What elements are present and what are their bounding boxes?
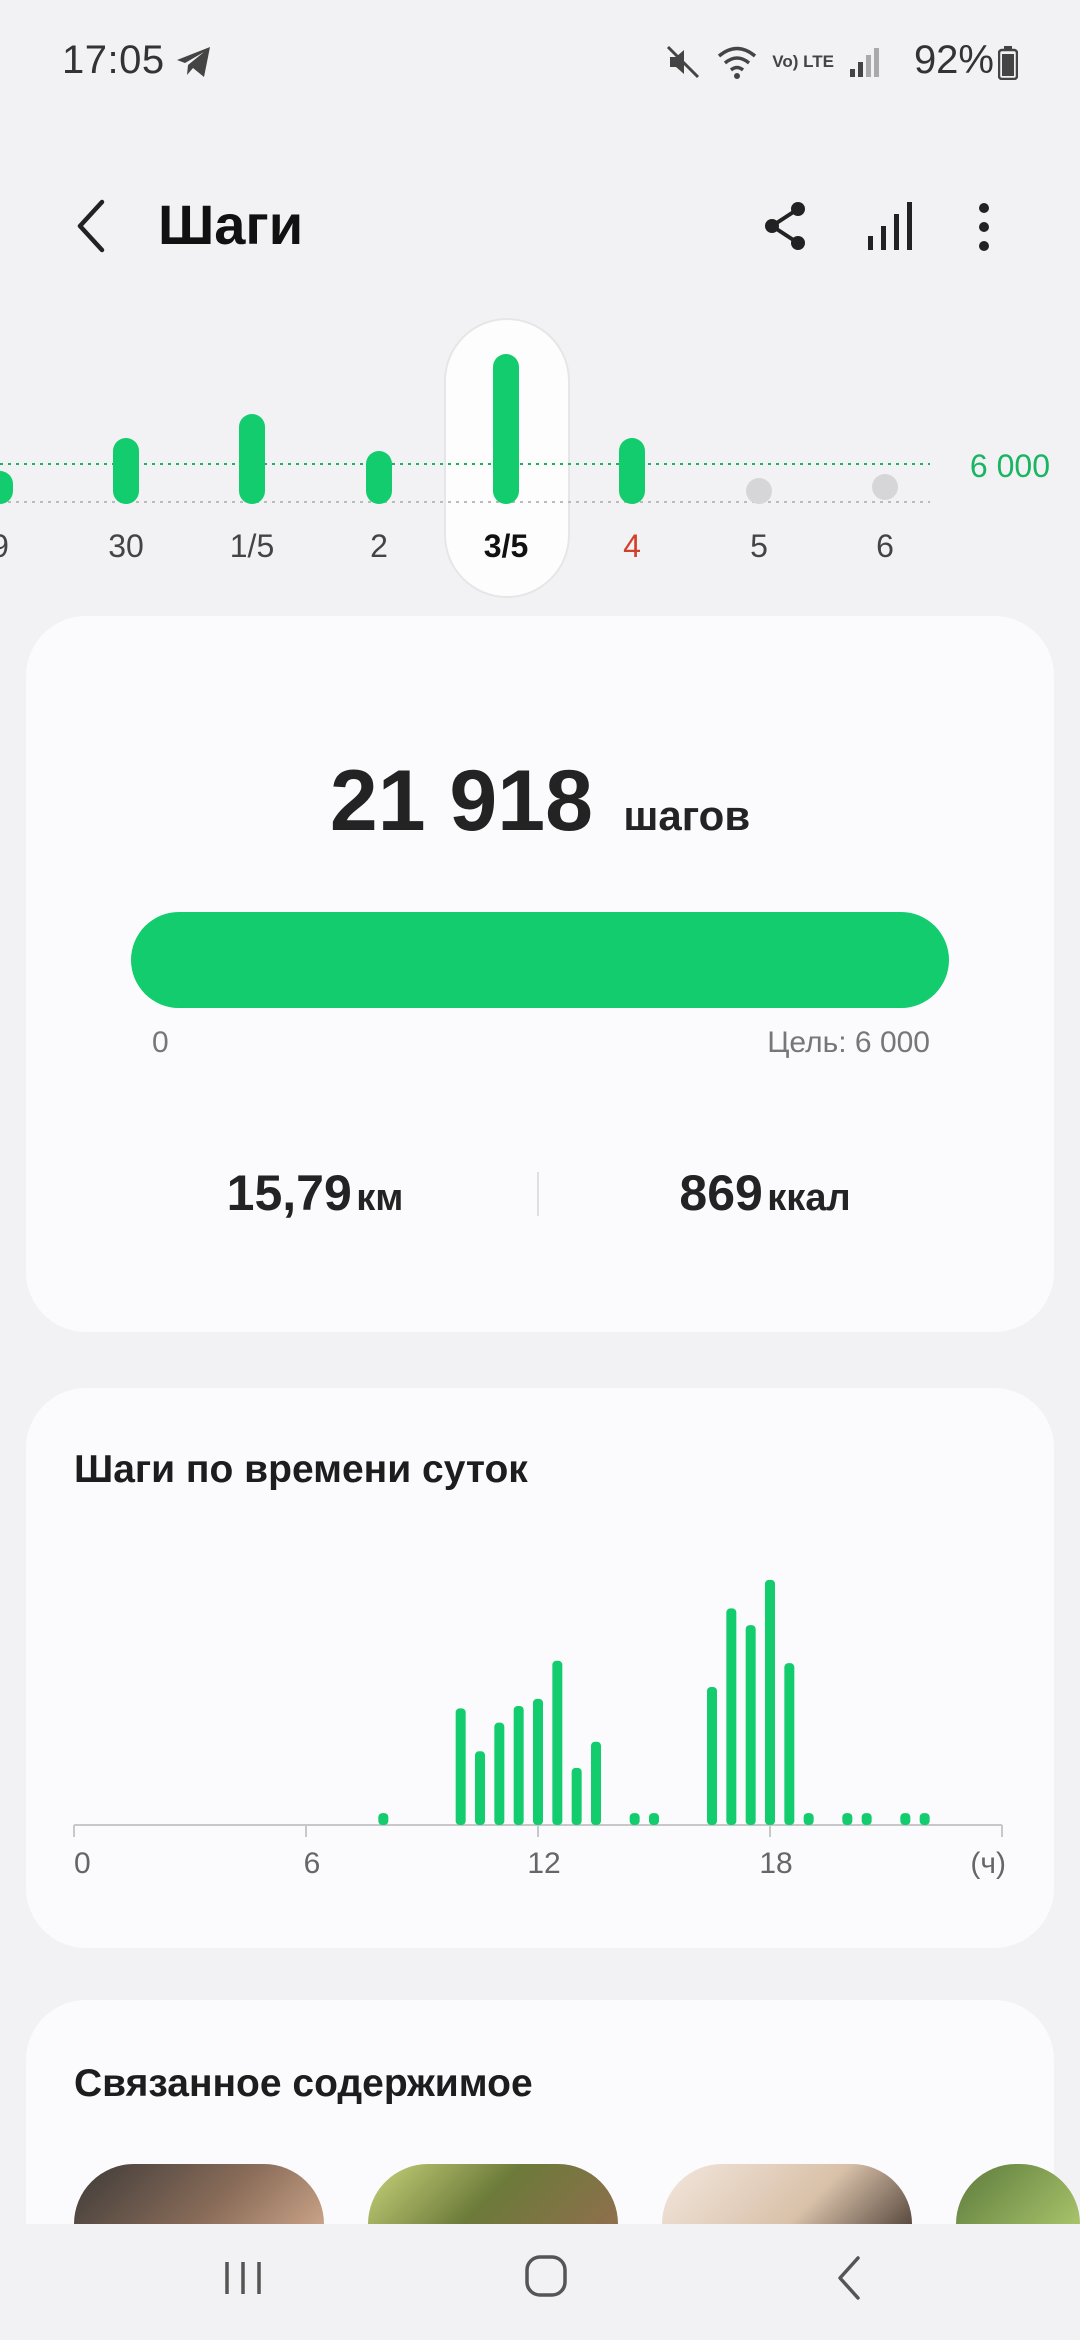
- stats-icon[interactable]: [866, 200, 916, 252]
- day-label-30[interactable]: 30: [66, 528, 186, 565]
- day-label-6[interactable]: 6: [825, 528, 945, 565]
- day-label-4[interactable]: 4: [572, 528, 692, 565]
- x-tick-label: 0: [74, 1847, 91, 1880]
- hourly-bar: [475, 1751, 485, 1825]
- baseline-line: [0, 501, 930, 503]
- hourly-bar: [571, 1767, 582, 1825]
- back-button[interactable]: [70, 196, 110, 256]
- hourly-bar: [591, 1741, 601, 1825]
- status-time: 17:05: [62, 38, 165, 82]
- day-bar-2[interactable]: [366, 450, 392, 504]
- hourly-bar: [552, 1660, 563, 1825]
- hourly-bar: [494, 1722, 505, 1825]
- hourly-bar: [629, 1813, 640, 1825]
- steps-count-row: 21 918 шагов: [26, 752, 1054, 851]
- hourly-bar: [861, 1813, 872, 1825]
- day-bar-6[interactable]: [872, 474, 898, 500]
- day-bar-5[interactable]: [746, 478, 772, 504]
- home-icon[interactable]: [524, 2254, 568, 2298]
- x-tick-label: 18: [759, 1847, 792, 1880]
- day-label-2[interactable]: 2: [319, 528, 439, 565]
- x-tick-label: 12: [527, 1847, 560, 1880]
- volte-icon: Vo) LTE: [772, 52, 834, 71]
- mute-icon: [667, 45, 700, 79]
- day-label-3-5[interactable]: 3/5: [446, 528, 566, 565]
- hourly-bar: [900, 1813, 911, 1825]
- hourly-bar: [726, 1608, 737, 1825]
- battery-icon: [998, 46, 1018, 80]
- hourly-bar: [803, 1813, 814, 1825]
- day-label-5[interactable]: 5: [699, 528, 819, 565]
- distance-value: 15,79: [226, 1165, 352, 1221]
- hourly-bar: [765, 1579, 775, 1825]
- steps-count: 21 918: [329, 753, 593, 849]
- distance-stat: 15,79 км: [130, 1164, 500, 1222]
- battery-percent: 92%: [913, 38, 994, 82]
- hourly-bar: [513, 1706, 524, 1825]
- more-icon[interactable]: [976, 202, 992, 252]
- calories-stat: 869 ккал: [580, 1164, 950, 1222]
- wifi-icon: [718, 46, 757, 79]
- related-thumb-3[interactable]: [662, 2164, 912, 2224]
- x-tick-label: 6: [304, 1847, 321, 1880]
- distance-unit: км: [356, 1177, 404, 1219]
- hourly-bar: [707, 1686, 717, 1825]
- hourly-chart: 0 6 12 18 (ч): [73, 1579, 1006, 1880]
- page-title: Шаги: [158, 193, 304, 256]
- related-thumb-1[interactable]: [74, 2164, 324, 2224]
- related-title: Связанное содержимое: [74, 2062, 533, 2105]
- hourly-bar: [455, 1708, 466, 1825]
- hourly-title: Шаги по времени суток: [74, 1448, 528, 1491]
- goal-line-label: 6 000: [969, 448, 1050, 484]
- recents-icon[interactable]: [222, 2258, 264, 2298]
- hourly-bar: [745, 1625, 756, 1825]
- goal-label: Цель: 6 000: [767, 1026, 930, 1059]
- steps-progress-bar: [131, 912, 949, 1008]
- day-bar-4[interactable]: [619, 438, 645, 504]
- hourly-bar: [533, 1698, 543, 1825]
- progress-min-label: 0: [152, 1026, 169, 1059]
- hourly-bar: [649, 1813, 659, 1825]
- hourly-bar: [842, 1813, 853, 1825]
- share-icon[interactable]: [762, 200, 810, 252]
- day-bar-3-5[interactable]: [493, 354, 519, 504]
- nav-back-icon[interactable]: [834, 2254, 864, 2302]
- signal-icon: [850, 48, 879, 77]
- calories-value: 869: [679, 1165, 763, 1221]
- hourly-bar: [919, 1813, 930, 1825]
- day-bar-30[interactable]: [113, 438, 139, 504]
- hourly-bar: [378, 1813, 389, 1825]
- calories-unit: ккал: [767, 1177, 851, 1219]
- status-icons: Vo) LTE: [664, 40, 882, 84]
- stat-divider: [537, 1172, 539, 1216]
- steps-unit: шагов: [623, 792, 751, 839]
- hourly-bar: [784, 1663, 795, 1825]
- related-thumb-2[interactable]: [368, 2164, 618, 2224]
- telegram-icon: [177, 47, 210, 77]
- day-bar-1-5[interactable]: [239, 413, 265, 504]
- x-unit-label: (ч): [970, 1847, 1006, 1880]
- day-label-9[interactable]: 9: [0, 528, 60, 565]
- goal-line: [0, 463, 930, 465]
- day-label-1-5[interactable]: 1/5: [192, 528, 312, 565]
